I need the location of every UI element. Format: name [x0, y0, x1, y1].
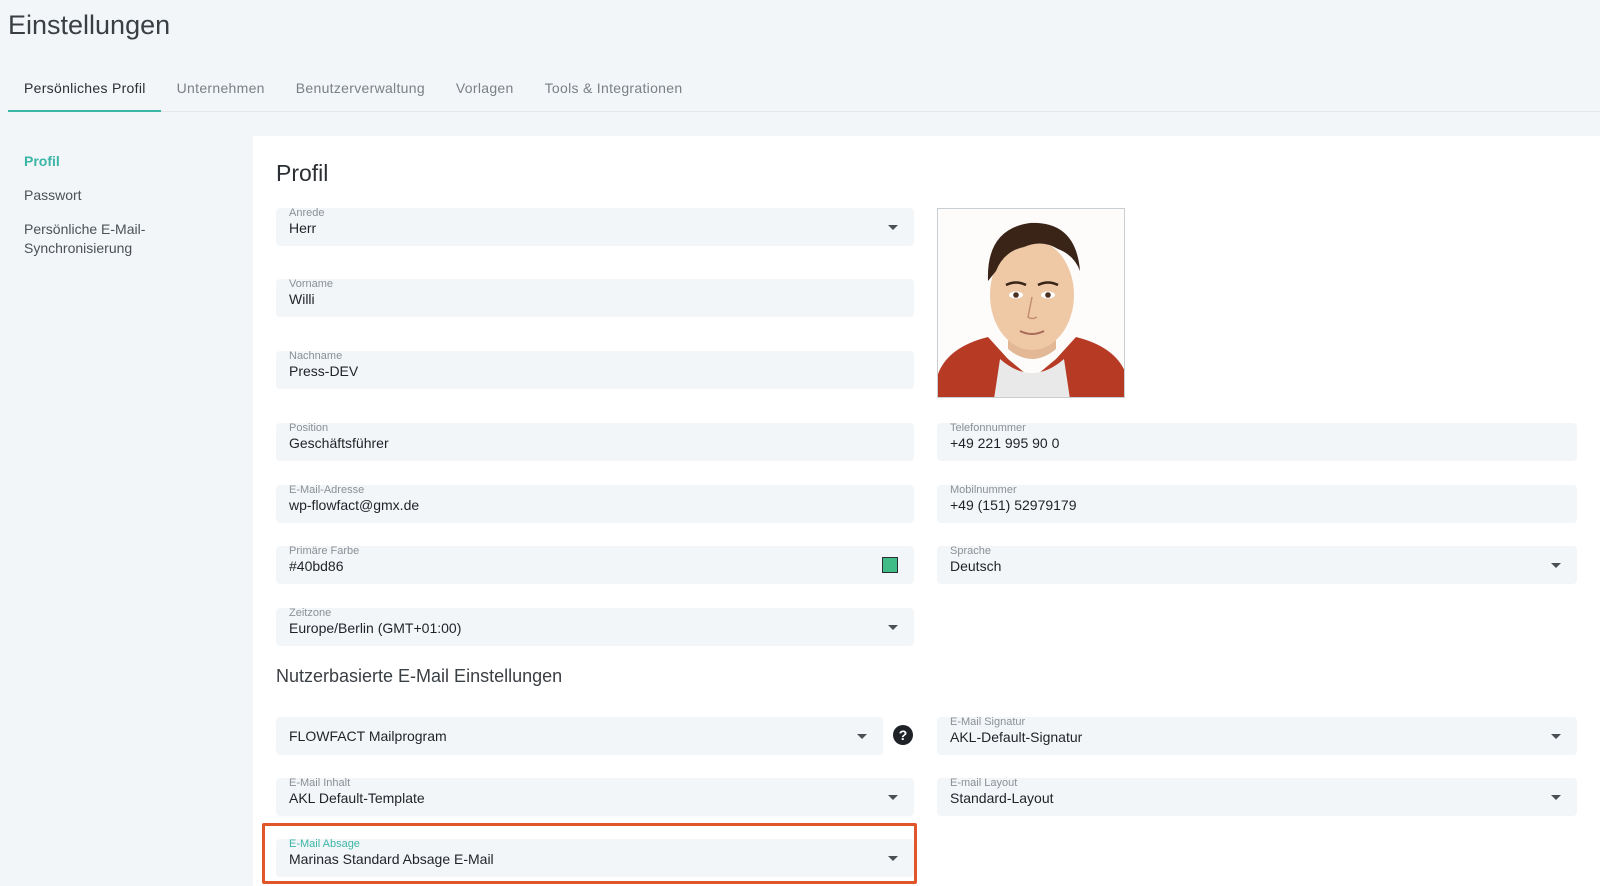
- zeitzone-label: Zeitzone: [289, 607, 332, 619]
- caret-down-icon: [888, 795, 898, 800]
- anrede-select[interactable]: Anrede Herr: [276, 207, 914, 246]
- tab-unternehmen[interactable]: Unternehmen: [161, 72, 280, 112]
- mobil-value: +49 (151) 52979179: [950, 497, 1077, 513]
- sprache-select[interactable]: Sprache Deutsch: [937, 545, 1577, 584]
- absage-select[interactable]: E-Mail Absage Marinas Standard Absage E-…: [276, 838, 914, 877]
- primary-color-field[interactable]: Primäre Farbe #40bd86: [276, 545, 914, 584]
- inhalt-select[interactable]: E-Mail Inhalt AKL Default-Template: [276, 777, 914, 816]
- absage-value: Marinas Standard Absage E-Mail: [289, 851, 494, 867]
- caret-down-icon: [888, 856, 898, 861]
- absage-label: E-Mail Absage: [289, 838, 360, 850]
- telefon-field[interactable]: Telefonnummer +49 221 995 90 0: [937, 422, 1577, 461]
- page-title: Einstellungen: [8, 10, 171, 40]
- telefon-value: +49 221 995 90 0: [950, 435, 1060, 451]
- subnav-item-passwort[interactable]: Passwort: [24, 186, 224, 205]
- tab-benutzerverwaltung[interactable]: Benutzerverwaltung: [280, 72, 440, 112]
- email-settings-title: Nutzerbasierte E-Mail Einstellungen: [276, 666, 563, 686]
- caret-down-icon: [888, 625, 898, 630]
- layout-label: E-mail Layout: [950, 777, 1018, 789]
- nachname-value: Press-DEV: [289, 363, 359, 379]
- profile-avatar[interactable]: [937, 208, 1125, 398]
- profile-title: Profil: [276, 160, 329, 186]
- sprache-value: Deutsch: [950, 558, 1002, 574]
- layout-select[interactable]: E-mail Layout Standard-Layout: [937, 777, 1577, 816]
- profile-subnav: Profil Passwort Persönliche E-Mail-Synch…: [24, 152, 224, 273]
- settings-tabs: Persönliches Profil Unternehmen Benutzer…: [8, 72, 1600, 112]
- caret-down-icon: [857, 734, 867, 739]
- caret-down-icon: [1551, 795, 1561, 800]
- nachname-field[interactable]: Nachname Press-DEV: [276, 350, 914, 389]
- avatar-portrait-icon: [938, 209, 1124, 397]
- mobil-label: Mobilnummer: [950, 484, 1017, 496]
- tab-vorlagen[interactable]: Vorlagen: [440, 72, 529, 112]
- position-field[interactable]: Position Geschäftsführer: [276, 422, 914, 461]
- mailprogram-select[interactable]: FLOWFACT Mailprogram: [276, 717, 883, 755]
- signatur-select[interactable]: E-Mail Signatur AKL-Default-Signatur: [937, 716, 1577, 755]
- zeitzone-select[interactable]: Zeitzone Europe/Berlin (GMT+01:00): [276, 607, 914, 646]
- profile-panel: Profil Anrede Herr Vorname Willi Nachnam…: [253, 136, 1600, 886]
- inhalt-label: E-Mail Inhalt: [289, 777, 351, 789]
- anrede-label: Anrede: [289, 207, 325, 219]
- layout-value: Standard-Layout: [950, 790, 1054, 806]
- telefon-label: Telefonnummer: [950, 422, 1026, 434]
- signatur-label: E-Mail Signatur: [950, 716, 1026, 728]
- vorname-field[interactable]: Vorname Willi: [276, 278, 914, 317]
- tab-tools-integrationen[interactable]: Tools & Integrationen: [529, 72, 698, 112]
- caret-down-icon: [888, 225, 898, 230]
- email-value: wp-flowfact@gmx.de: [289, 497, 420, 513]
- email-label: E-Mail-Adresse: [289, 484, 365, 496]
- caret-down-icon: [1551, 734, 1561, 739]
- caret-down-icon: [1551, 563, 1561, 568]
- question-circle-icon[interactable]: ?: [893, 725, 913, 745]
- mailprogram-value: FLOWFACT Mailprogram: [289, 728, 447, 744]
- inhalt-value: AKL Default-Template: [289, 790, 425, 806]
- vorname-label: Vorname: [289, 278, 334, 290]
- nachname-label: Nachname: [289, 350, 343, 362]
- anrede-value: Herr: [289, 220, 317, 236]
- primary-color-value: #40bd86: [289, 558, 344, 574]
- sprache-label: Sprache: [950, 545, 991, 557]
- subnav-item-email-sync[interactable]: Persönliche E-Mail-Synchronisierung: [24, 220, 154, 258]
- position-value: Geschäftsführer: [289, 435, 389, 451]
- zeitzone-value: Europe/Berlin (GMT+01:00): [289, 620, 462, 636]
- email-field[interactable]: E-Mail-Adresse wp-flowfact@gmx.de: [276, 484, 914, 523]
- tab-persoenliches-profil[interactable]: Persönliches Profil: [8, 72, 161, 112]
- position-label: Position: [289, 422, 329, 434]
- vorname-value: Willi: [289, 291, 315, 307]
- signatur-value: AKL-Default-Signatur: [950, 729, 1083, 745]
- subnav-item-profil[interactable]: Profil: [24, 152, 224, 171]
- mobil-field[interactable]: Mobilnummer +49 (151) 52979179: [937, 484, 1577, 523]
- primary-color-label: Primäre Farbe: [289, 545, 360, 557]
- color-swatch-icon[interactable]: [882, 557, 898, 573]
